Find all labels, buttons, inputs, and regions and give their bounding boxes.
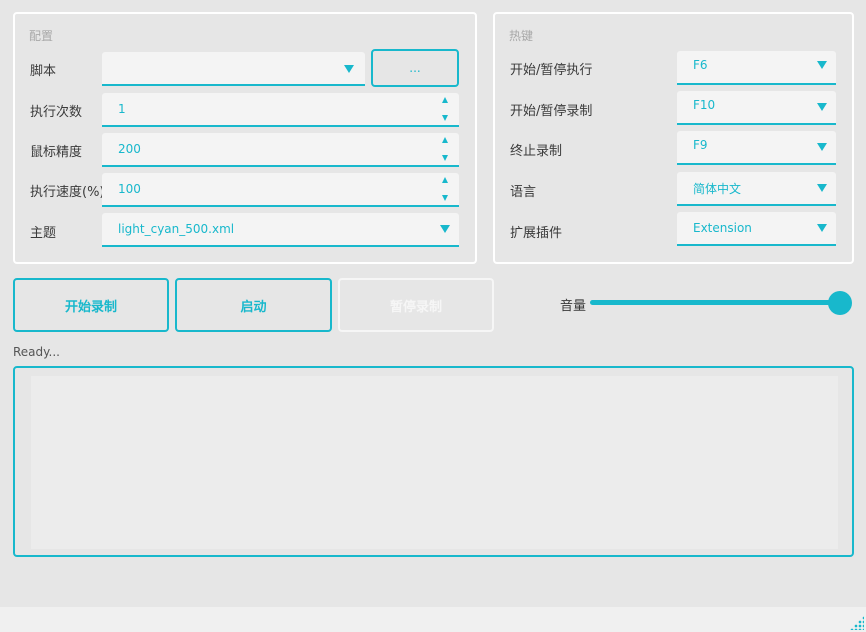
mouse-precision-value: 200 <box>118 142 141 156</box>
language-value: 简体中文 <box>693 182 742 196</box>
chevron-down-icon <box>817 61 827 69</box>
spin-up-icon[interactable] <box>442 97 448 103</box>
run-speed-value: 100 <box>118 182 141 196</box>
log-panel <box>13 366 854 557</box>
browse-script-button[interactable]: ... <box>371 49 459 87</box>
status-text: Ready... <box>13 345 60 359</box>
start-pause-run-hotkey-select[interactable]: F6 <box>677 51 836 85</box>
hotkey-group-title: 热键 <box>509 29 534 43</box>
language-label: 语言 <box>510 185 537 200</box>
plugin-label: 扩展插件 <box>510 226 563 241</box>
resize-grip-icon[interactable] <box>850 616 864 630</box>
chevron-down-icon <box>817 103 827 111</box>
start-pause-run-value: F6 <box>693 58 708 72</box>
config-group-title: 配置 <box>29 29 54 43</box>
mouse-precision-spinbox[interactable]: 200 <box>102 133 459 167</box>
run-speed-spinbox[interactable]: 100 <box>102 173 459 207</box>
run-count-spinbox[interactable]: 1 <box>102 93 459 127</box>
start-pause-record-label: 开始/暂停录制 <box>510 104 593 119</box>
start-record-button[interactable]: 开始录制 <box>13 278 169 332</box>
pause-record-button[interactable]: 暂停录制 <box>338 278 494 332</box>
log-textarea[interactable] <box>31 376 838 549</box>
chevron-down-icon <box>817 224 827 232</box>
mouse-precision-label: 鼠标精度 <box>30 145 83 160</box>
script-label: 脚本 <box>30 64 57 79</box>
plugin-select[interactable]: Extension <box>677 212 836 246</box>
volume-slider-track[interactable] <box>590 300 840 305</box>
chevron-down-icon <box>817 184 827 192</box>
chevron-down-icon <box>440 225 450 233</box>
theme-value: light_cyan_500.xml <box>118 222 235 236</box>
spin-down-icon[interactable] <box>442 155 448 161</box>
spin-down-icon[interactable] <box>442 115 448 121</box>
run-speed-label: 执行速度(%) <box>30 185 105 200</box>
theme-label: 主题 <box>30 226 57 241</box>
spin-down-icon[interactable] <box>442 195 448 201</box>
chevron-down-icon <box>344 65 354 73</box>
language-select[interactable]: 简体中文 <box>677 172 836 206</box>
stop-record-label: 终止录制 <box>510 144 563 159</box>
start-pause-run-label: 开始/暂停执行 <box>510 63 593 78</box>
theme-select[interactable]: light_cyan_500.xml <box>102 213 459 247</box>
run-count-label: 执行次数 <box>30 105 83 120</box>
launch-button[interactable]: 启动 <box>175 278 332 332</box>
plugin-value: Extension <box>693 221 752 235</box>
stop-record-value: F9 <box>693 138 708 152</box>
start-pause-record-hotkey-select[interactable]: F10 <box>677 91 836 125</box>
spin-up-icon[interactable] <box>442 177 448 183</box>
volume-slider-handle[interactable] <box>828 291 852 315</box>
start-pause-record-value: F10 <box>693 98 716 112</box>
status-bar <box>0 607 866 632</box>
chevron-down-icon <box>817 143 827 151</box>
volume-label: 音量 <box>560 299 587 314</box>
script-select[interactable] <box>102 52 365 86</box>
spin-up-icon[interactable] <box>442 137 448 143</box>
run-count-value: 1 <box>118 102 126 116</box>
stop-record-hotkey-select[interactable]: F9 <box>677 131 836 165</box>
